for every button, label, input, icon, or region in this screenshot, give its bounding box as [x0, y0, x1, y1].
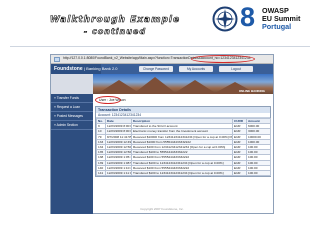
url-highlight-circle: [191, 55, 255, 63]
table-cell: 12/23/2009 1:05:16 AM: [105, 154, 132, 161]
sidebar-item-posted-messages[interactable]: » Posted Messages: [51, 112, 93, 121]
mountain-shape: [133, 77, 177, 94]
breadcrumb: User : Joe Wilson: [95, 96, 271, 104]
sidebar-item-request-loan[interactable]: » Request a Loan: [51, 103, 93, 112]
table-row: 14112/23/2009 1:11:07 AMTransfered $100 …: [96, 170, 271, 177]
logo-text: Foundstone: [54, 66, 83, 72]
event-country: Portugal: [262, 22, 292, 31]
table-cell: 12/23/2009 8:00:00 PM: [105, 128, 132, 135]
table-cell: Received $10000 from 1234123412341234 [O…: [131, 133, 233, 140]
hero-caption: ONLINE BANKING: [238, 89, 265, 93]
transaction-panel: Transaction Details Account: 12341234123…: [95, 106, 271, 178]
address-bar[interactable]: http://127.0.0.1:8080/FoundBank_v2_Websi…: [51, 55, 273, 64]
slide-title-line2: - continued: [83, 27, 147, 37]
nav-my-accounts[interactable]: My Accounts: [179, 66, 213, 72]
copyright: Copyright 2007 Foundstone, Inc.: [140, 207, 184, 211]
owasp-compass-icon: [212, 6, 238, 32]
nav-strip: Change Password My Accounts Logout: [101, 64, 273, 74]
transactions-table: No. Date Description CURR Amount 9 12/23/…: [96, 117, 271, 177]
app-header: Change Password My Accounts Logout Found…: [51, 64, 273, 94]
slide-title: Walkthrough Example - continued: [30, 14, 200, 38]
event-title: OWASP EU Summit Portugal: [262, 7, 300, 31]
slide-title-line1: Walkthrough Example: [49, 15, 181, 26]
mountain-shape: [173, 80, 217, 94]
nav-change-password[interactable]: Change Password: [139, 66, 173, 72]
table-cell: 12/23/2009 12:49:57 AM: [105, 138, 132, 146]
main-content: User : Joe Wilson Transaction Details Ac…: [95, 96, 271, 178]
table-cell: 12/23/2009 8:00:00 PM: [105, 123, 132, 130]
table-cell: Transfered $100 to 1234123412341234 [Ope…: [131, 159, 233, 166]
slide-divider: [10, 46, 310, 47]
table-cell: EUR: [232, 170, 247, 177]
table-cell: 8/7/2008 11:41:55 PM: [105, 133, 132, 140]
hero-banner: ONLINE BANKING: [93, 74, 273, 94]
table-cell: 12/23/2009 1:08:58 AM: [105, 159, 132, 166]
table-cell: 12/23/2009 1:11:07 AM: [105, 170, 132, 177]
app-logo: Foundstone | Banking Bank 2.0: [51, 64, 118, 74]
table-cell: Received $100 from 1234123412341234 [Ope…: [131, 143, 233, 151]
user-highlight-circle: [95, 96, 121, 104]
table-cell: 12/23/2009 12:50:53 AM: [105, 143, 132, 151]
table-cell: Transfered $100 to 1234123412341234 [Ope…: [131, 170, 233, 177]
nav-logout[interactable]: Logout: [219, 66, 253, 72]
current-user: User : Joe Wilson: [99, 98, 126, 102]
table-body: 912/23/2009 8:00:00 PMTransfered to the …: [96, 123, 271, 177]
table-cell: 100.00: [246, 170, 271, 177]
table-cell: 12/23/2009 1:10:33 AM: [105, 164, 132, 172]
table-cell: 141: [96, 170, 106, 177]
sidebar-item-admin-section[interactable]: » Admin Section: [51, 121, 93, 130]
page-icon: [54, 57, 60, 62]
sidebar: » Transfer Funds » Request a Loan » Post…: [51, 94, 93, 214]
table-cell: 12/23/2009 12:50:59 AM: [105, 149, 132, 156]
browser-screenshot: http://127.0.0.1:8080/FoundBank_v2_Websi…: [50, 54, 274, 214]
logo-suffix: | Banking Bank 2.0: [84, 66, 118, 71]
event-number: 8: [240, 2, 256, 32]
sidebar-item-transfer-funds[interactable]: » Transfer Funds: [51, 94, 93, 103]
